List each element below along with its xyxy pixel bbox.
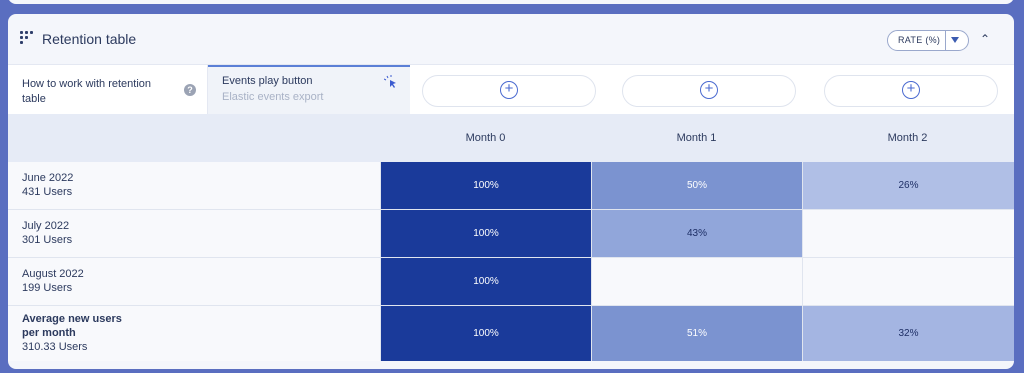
retention-cell: 100%: [380, 210, 591, 257]
retention-panel: Retention table RATE (%) ⌃ How to work w…: [8, 14, 1014, 369]
tab-bar: How to work with retention table ? Event…: [8, 64, 1014, 114]
row-label: Average new users per month 310.33 Users: [22, 312, 362, 354]
tab-events-play-button[interactable]: Events play button Elastic events export: [208, 65, 410, 114]
column-header: Month 2: [887, 132, 928, 144]
table-row-average: Average new users per month 310.33 Users…: [8, 306, 1014, 361]
cohort-users: 301 Users: [22, 234, 73, 246]
retention-cell: 43%: [591, 210, 802, 257]
retention-cell-empty: [802, 210, 1014, 257]
tab-label: Events play button: [222, 75, 313, 87]
average-users: 310.33 Users: [22, 341, 88, 353]
rate-separator: [945, 31, 946, 50]
add-tab-button[interactable]: +: [824, 75, 998, 107]
tab-label: How to work with retention table: [22, 78, 151, 105]
row-label: June 2022 431 Users: [22, 171, 362, 199]
column-header: Month 1: [676, 132, 717, 144]
plus-circle-icon: +: [700, 81, 718, 99]
pointer-icon: [384, 75, 396, 88]
drag-grid-icon[interactable]: [20, 31, 34, 45]
panel-header: Retention table RATE (%) ⌃: [8, 14, 1014, 64]
table-row: August 2022 199 Users 100%: [8, 258, 1014, 306]
add-tab-button[interactable]: +: [622, 75, 796, 107]
rate-dropdown[interactable]: RATE (%): [887, 30, 969, 51]
rate-label: RATE (%): [898, 35, 941, 45]
row-label: July 2022 301 Users: [22, 219, 362, 247]
column-header: Month 0: [465, 132, 506, 144]
row-label: August 2022 199 Users: [22, 267, 362, 295]
question-icon[interactable]: ?: [184, 84, 196, 96]
plus-circle-icon: +: [500, 81, 518, 99]
table-row: July 2022 301 Users 100% 43%: [8, 210, 1014, 258]
chevron-up-icon[interactable]: ⌃: [980, 32, 990, 46]
cohort-users: 431 Users: [22, 186, 73, 198]
tab-sublabel: Elastic events export: [222, 91, 324, 103]
previous-card: [8, 0, 1014, 4]
cohort-name: July 2022: [22, 220, 70, 232]
table-row: June 2022 431 Users 100% 50% 26%: [8, 162, 1014, 210]
add-tab-button[interactable]: +: [422, 75, 596, 107]
cohort-name: August 2022: [22, 268, 84, 280]
average-label: Average new users per month: [22, 313, 122, 339]
tab-retention-help[interactable]: How to work with retention table ?: [8, 65, 208, 114]
cohort-name: June 2022: [22, 172, 74, 184]
retention-cell-empty: [802, 258, 1014, 305]
cohort-users: 199 Users: [22, 282, 73, 294]
retention-cell: 100%: [380, 258, 591, 305]
retention-cell: 26%: [802, 162, 1014, 209]
retention-cell-empty: [591, 258, 802, 305]
retention-cell: 100%: [380, 162, 591, 209]
retention-cell: 50%: [591, 162, 802, 209]
retention-cell: 100%: [380, 306, 591, 361]
retention-cell: 32%: [802, 306, 1014, 361]
caret-down-icon[interactable]: [951, 37, 959, 43]
table-header: Month 0 Month 1 Month 2: [8, 114, 1014, 162]
plus-circle-icon: +: [902, 81, 920, 99]
retention-cell: 51%: [591, 306, 802, 361]
panel-title: Retention table: [42, 31, 137, 47]
